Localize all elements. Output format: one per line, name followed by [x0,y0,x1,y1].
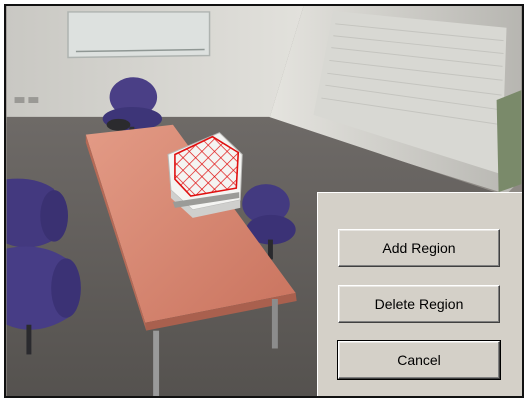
cancel-button[interactable]: Cancel [337,340,501,380]
phone [106,118,131,131]
add-region-button[interactable]: Add Region [338,229,500,267]
region-dialog: Add Region Delete Region Cancel [317,192,522,396]
doorway [496,90,522,193]
camera-view[interactable]: Add Region Delete Region Cancel [4,4,524,398]
delete-region-button[interactable]: Delete Region [338,285,500,323]
